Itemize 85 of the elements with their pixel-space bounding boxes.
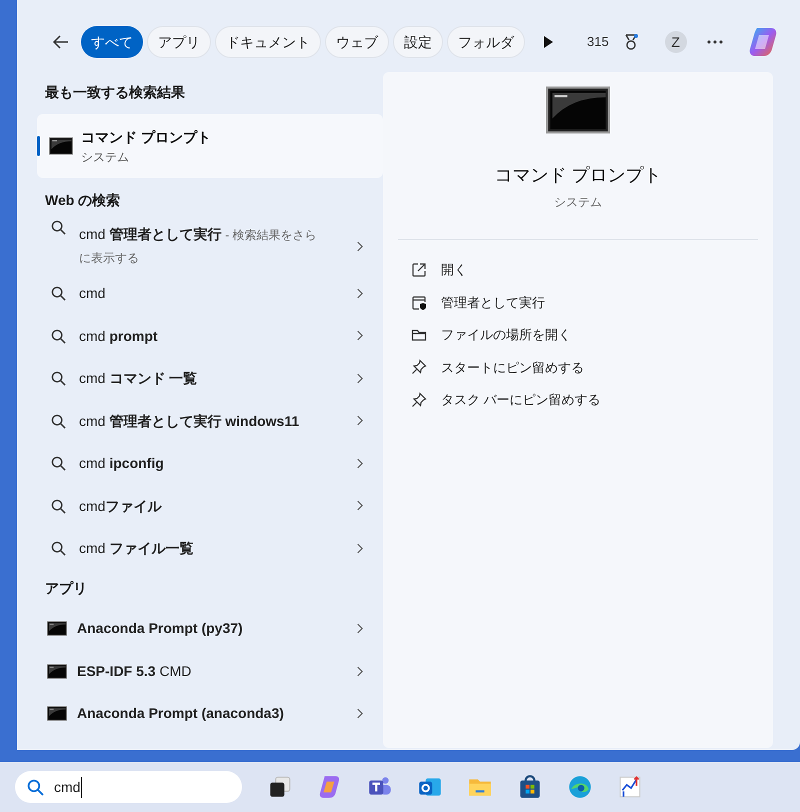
chevron-right-icon[interactable] <box>356 288 363 299</box>
filter-tab[interactable]: ウェブ <box>325 26 389 58</box>
action-label: スタートにピン留めする <box>441 358 584 377</box>
action-label: 開く <box>441 261 467 280</box>
taskbar-search-field[interactable]: cmd <box>15 771 242 803</box>
chart-app-icon[interactable] <box>617 774 643 800</box>
terminal-window-icon <box>47 706 67 722</box>
web-search-result[interactable]: cmdファイル <box>45 484 383 527</box>
action-label: タスク バーにピン留めする <box>441 391 601 409</box>
best-match-item[interactable]: コマンド プロンプト システム <box>37 114 383 178</box>
medal-icon[interactable] <box>622 33 639 51</box>
action-item[interactable]: ファイルの場所を開く <box>411 318 773 352</box>
action-item[interactable]: タスク バーにピン留めする <box>411 384 773 416</box>
web-search-result[interactable]: cmd prompt <box>45 314 383 357</box>
points-count: 315 <box>587 33 609 52</box>
result-text: cmdファイル <box>79 496 163 516</box>
chevron-right-icon[interactable] <box>356 240 363 252</box>
action-label: ファイルの場所を開く <box>441 326 571 344</box>
chevron-right-icon[interactable] <box>356 415 363 426</box>
pin-icon <box>411 392 427 408</box>
assistant-logo-icon[interactable] <box>746 26 779 58</box>
open-external-icon <box>411 262 427 278</box>
action-item[interactable]: スタートにピン留めする <box>411 351 773 384</box>
result-text: cmd prompt <box>79 326 159 346</box>
search-icon <box>51 414 66 428</box>
more-options-icon[interactable] <box>706 40 723 44</box>
result-subtitle: システム <box>81 148 130 166</box>
search-icon <box>51 498 66 514</box>
result-text: ESP-IDF 5.3 CMD <box>77 662 192 681</box>
result-title: コマンド プロンプト <box>81 128 211 146</box>
search-icon <box>51 456 66 471</box>
result-text: cmd コマンド 一覧 <box>79 369 198 388</box>
terminal-window-icon <box>47 621 67 636</box>
filter-tab[interactable]: ドキュメント <box>215 26 321 58</box>
result-text: Anaconda Prompt (py37) <box>77 619 243 638</box>
chevron-right-icon[interactable] <box>356 372 363 384</box>
app-result[interactable]: Anaconda Prompt (py37) <box>45 608 383 650</box>
action-label: 管理者として実行 <box>441 294 545 312</box>
chevron-right-icon[interactable] <box>356 500 363 512</box>
web-search-result[interactable]: cmd ファイル一覧 <box>45 527 383 570</box>
chevron-right-icon[interactable] <box>356 708 363 720</box>
action-item[interactable]: 管理者として実行 <box>411 286 773 319</box>
chevron-right-icon[interactable] <box>356 666 363 677</box>
filter-tab[interactable]: 設定 <box>393 26 443 58</box>
account-avatar[interactable]: Z <box>664 31 687 53</box>
search-icon <box>51 371 66 386</box>
web-search-result[interactable]: cmd 管理者として実行 windows11 <box>45 400 383 442</box>
web-search-result[interactable]: cmd 管理者として実行 - 検索結果をさらに表示する <box>45 220 383 272</box>
search-icon <box>51 286 66 301</box>
web-search-result[interactable]: cmd <box>45 272 383 314</box>
terminal-window-icon <box>546 84 610 136</box>
app-result[interactable]: Anaconda Prompt (anaconda3) <box>45 692 383 735</box>
detail-title: コマンド プロンプト <box>494 164 662 187</box>
pin-icon <box>411 359 427 376</box>
filter-tab[interactable]: すべて <box>81 26 143 58</box>
search-icon <box>51 328 66 344</box>
section-heading: 最も一致する検索結果 <box>45 83 186 102</box>
section-heading: Web の検索 <box>45 191 122 210</box>
result-text: cmd 管理者として実行 - 検索結果をさらに表示する <box>79 225 318 267</box>
search-icon <box>27 778 44 796</box>
filter-tab[interactable]: フォルダ <box>447 26 525 58</box>
browser-swirl-icon[interactable] <box>567 774 593 800</box>
action-item[interactable]: 開く <box>411 254 773 286</box>
detail-subtitle: システム <box>554 194 602 211</box>
filter-tab[interactable]: アプリ <box>147 26 211 58</box>
search-input-text: cmd <box>54 776 82 798</box>
shield-window-icon <box>411 294 427 311</box>
chevron-right-icon[interactable] <box>356 458 363 469</box>
result-text: Anaconda Prompt (anaconda3) <box>77 704 284 724</box>
app-result[interactable]: ESP-IDF 5.3 CMD <box>45 650 383 692</box>
result-text: cmd ファイル一覧 <box>79 539 194 558</box>
result-text: cmd 管理者として実行 windows11 <box>79 412 300 431</box>
chevron-right-icon[interactable] <box>356 330 363 342</box>
result-text: cmd <box>79 284 106 304</box>
section-heading: アプリ <box>45 578 88 598</box>
play-icon[interactable] <box>543 36 553 48</box>
terminal-window-icon <box>47 664 67 679</box>
search-icon <box>51 220 66 235</box>
terminal-window-icon <box>49 137 73 155</box>
chevron-right-icon[interactable] <box>356 542 363 554</box>
search-icon <box>51 541 66 556</box>
web-search-result[interactable]: cmd ipconfig <box>45 442 383 484</box>
chevron-right-icon[interactable] <box>356 623 363 634</box>
web-search-result[interactable]: cmd コマンド 一覧 <box>45 357 383 400</box>
result-text: cmd ipconfig <box>79 454 165 474</box>
